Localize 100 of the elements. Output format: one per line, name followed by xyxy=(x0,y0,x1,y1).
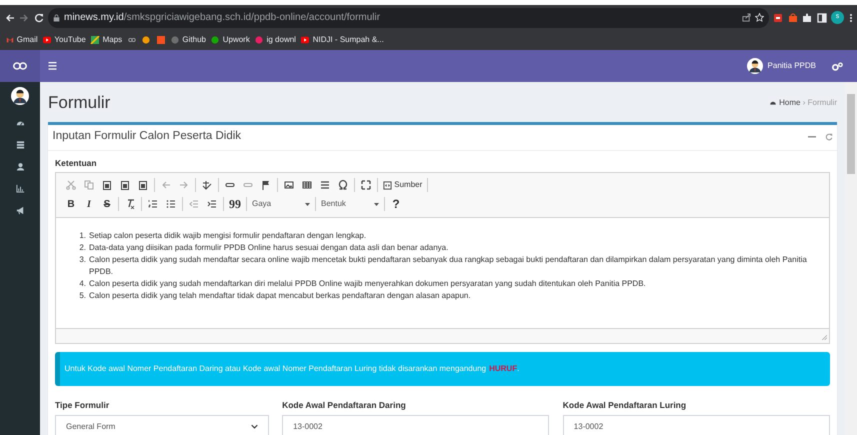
bookmark-link[interactable]: Github xyxy=(170,34,206,46)
strikethrough-button[interactable]: S xyxy=(98,194,116,214)
redo-icon xyxy=(179,180,189,190)
shopping-bag-icon[interactable] xyxy=(788,12,798,22)
star-icon[interactable] xyxy=(755,13,764,22)
image-icon xyxy=(284,180,294,190)
copy-icon xyxy=(84,180,94,190)
resize-handle-icon[interactable] xyxy=(820,334,827,340)
numbered-list-icon xyxy=(148,199,158,209)
blockquote-button[interactable]: 99 xyxy=(226,194,244,214)
breadcrumb-separator: › xyxy=(802,96,806,109)
glasses-icon[interactable] xyxy=(126,36,137,44)
avatar-icon xyxy=(747,58,764,74)
bold-button[interactable]: B xyxy=(62,194,80,214)
forward-icon[interactable] xyxy=(19,12,29,22)
logo-icon[interactable] xyxy=(13,61,27,71)
chart-icon[interactable] xyxy=(16,184,24,192)
source-button[interactable]: Sumber xyxy=(380,176,426,194)
lock-icon xyxy=(52,14,60,22)
callout-text: Untuk Kode awal Nomer Pendaftaran Daring atau Kode awal Nomer Pendaftaran Luring tidak disarankan mengandung xyxy=(64,362,486,374)
form-select[interactable]: General Form xyxy=(55,415,269,435)
refresh-icon[interactable] xyxy=(824,133,832,141)
link-icon xyxy=(225,180,235,190)
list-number: 4. xyxy=(78,278,86,290)
paste-text-icon xyxy=(120,180,130,190)
extension-icon[interactable] xyxy=(773,12,783,22)
highlighted-word: HURUF xyxy=(489,362,518,374)
list-number: 3. xyxy=(78,254,86,266)
mail-icon xyxy=(4,36,14,44)
square-icon[interactable] xyxy=(156,36,166,44)
style-dropdown[interactable]: Gaya xyxy=(249,194,313,214)
bookmark-link[interactable]: Gmail xyxy=(4,34,38,46)
input-field[interactable]: 13-0002 xyxy=(562,415,830,435)
settings-icon[interactable] xyxy=(832,62,843,70)
cut-icon xyxy=(66,180,76,190)
card-title: Inputan Formulir Calon Peserta Didik xyxy=(52,129,242,144)
outdent-icon xyxy=(189,199,199,209)
list-item: Calon peserta didik yang sudah mendaftar secara online wajib mencetak bukti pendaftaran sebanyak dua rangkap sebagai bukti pendaftaran dan dilampirkan dalam persyaratan yang diminta oleh Panitia PPDB. xyxy=(89,254,808,278)
table-icon[interactable] xyxy=(16,140,24,148)
map-icon xyxy=(90,36,100,44)
puzzle-icon[interactable] xyxy=(802,12,812,22)
caret-icon xyxy=(374,202,379,206)
field-label: Kode Awal Pendaftaran Daring xyxy=(282,398,407,412)
play-icon xyxy=(300,36,310,44)
side-panel-icon[interactable] xyxy=(816,12,826,22)
breadcrumb-current: Formulir xyxy=(808,96,837,109)
list-item: Data-data yang diisikan pada formulir PPDB Online harus sesuai dengan data asli dan benar adanya. xyxy=(89,242,448,254)
play-icon xyxy=(42,36,52,44)
menu-icon[interactable] xyxy=(848,12,852,22)
chevron-down-icon xyxy=(250,424,258,430)
megaphone-icon[interactable] xyxy=(16,206,24,214)
horizontal-line-icon xyxy=(320,180,330,190)
scrollbar[interactable] xyxy=(845,82,857,435)
field-label: Kode Awal Pendaftaran Luring xyxy=(562,398,688,412)
list-number: 1. xyxy=(78,230,86,242)
page-title: Formulir xyxy=(48,92,110,114)
breadcrumb-link[interactable]: Home xyxy=(779,96,800,109)
dashboard-icon xyxy=(768,99,777,106)
circle-icon xyxy=(254,36,264,44)
caret-icon xyxy=(305,202,310,206)
remove-format-icon xyxy=(125,199,135,209)
format-dropdown[interactable]: Bentuk xyxy=(318,194,382,214)
spellcheck-icon xyxy=(202,180,212,190)
field-label: Tipe Formulir xyxy=(55,398,110,412)
field-label: Ketentuan xyxy=(55,156,98,170)
paste-word-icon xyxy=(138,180,148,190)
list-item: Setiap calon peserta didik wajib mengisi formulir pendaftaran dengan lengkap. xyxy=(89,230,366,242)
table-icon xyxy=(302,180,312,190)
menu-icon[interactable] xyxy=(48,62,57,70)
share-icon[interactable] xyxy=(742,13,750,22)
callout-text: . xyxy=(517,362,520,374)
source-icon xyxy=(383,180,392,190)
back-icon[interactable] xyxy=(4,12,14,22)
list-number: 5. xyxy=(78,290,86,302)
circle-icon xyxy=(170,36,180,44)
circle-icon[interactable] xyxy=(141,36,152,44)
maximize-icon xyxy=(361,180,371,190)
user-avatar-icon xyxy=(11,86,29,104)
bookmark-link[interactable]: Upwork xyxy=(210,34,250,46)
indent-icon xyxy=(207,199,217,209)
bookmark-link[interactable]: ig downl xyxy=(254,34,296,46)
bulleted-list-icon xyxy=(166,199,176,209)
list-item: Calon peserta didik yang telah mendaftar tidak dapat mencabut berkas pendaftaran dengan alasan apapun. xyxy=(89,290,471,302)
help-button[interactable]: ? xyxy=(387,194,405,214)
input-field[interactable]: 13-0002 xyxy=(282,415,550,435)
list-item: Calon peserta didik yang sudah mendaftarkan diri melalui PPDB Online wajib menyerahkan dokumen persyaratan yang sudah ditentukan oleh Panitia PPDB. xyxy=(89,278,646,290)
reload-icon[interactable] xyxy=(34,12,44,22)
paste-icon xyxy=(102,180,112,190)
undo-icon xyxy=(161,180,171,190)
circle-icon xyxy=(210,36,220,44)
user-icon[interactable] xyxy=(16,162,24,170)
list-number: 2. xyxy=(78,242,86,254)
bookmark-link[interactable]: YouTube xyxy=(42,34,86,46)
bookmark-link[interactable]: NIDJI - Sumpah &... xyxy=(300,34,384,46)
address-bar[interactable]: minews.my.id/smkspgriciawigebang.sch.id/ppdb-online/account/formulir xyxy=(48,8,768,28)
user-menu[interactable]: Panitia PPDB xyxy=(747,58,816,74)
omega-icon xyxy=(338,180,348,190)
bookmark-link[interactable]: Maps xyxy=(90,34,122,46)
unlink-icon xyxy=(243,180,253,190)
italic-button[interactable]: I xyxy=(80,194,98,214)
